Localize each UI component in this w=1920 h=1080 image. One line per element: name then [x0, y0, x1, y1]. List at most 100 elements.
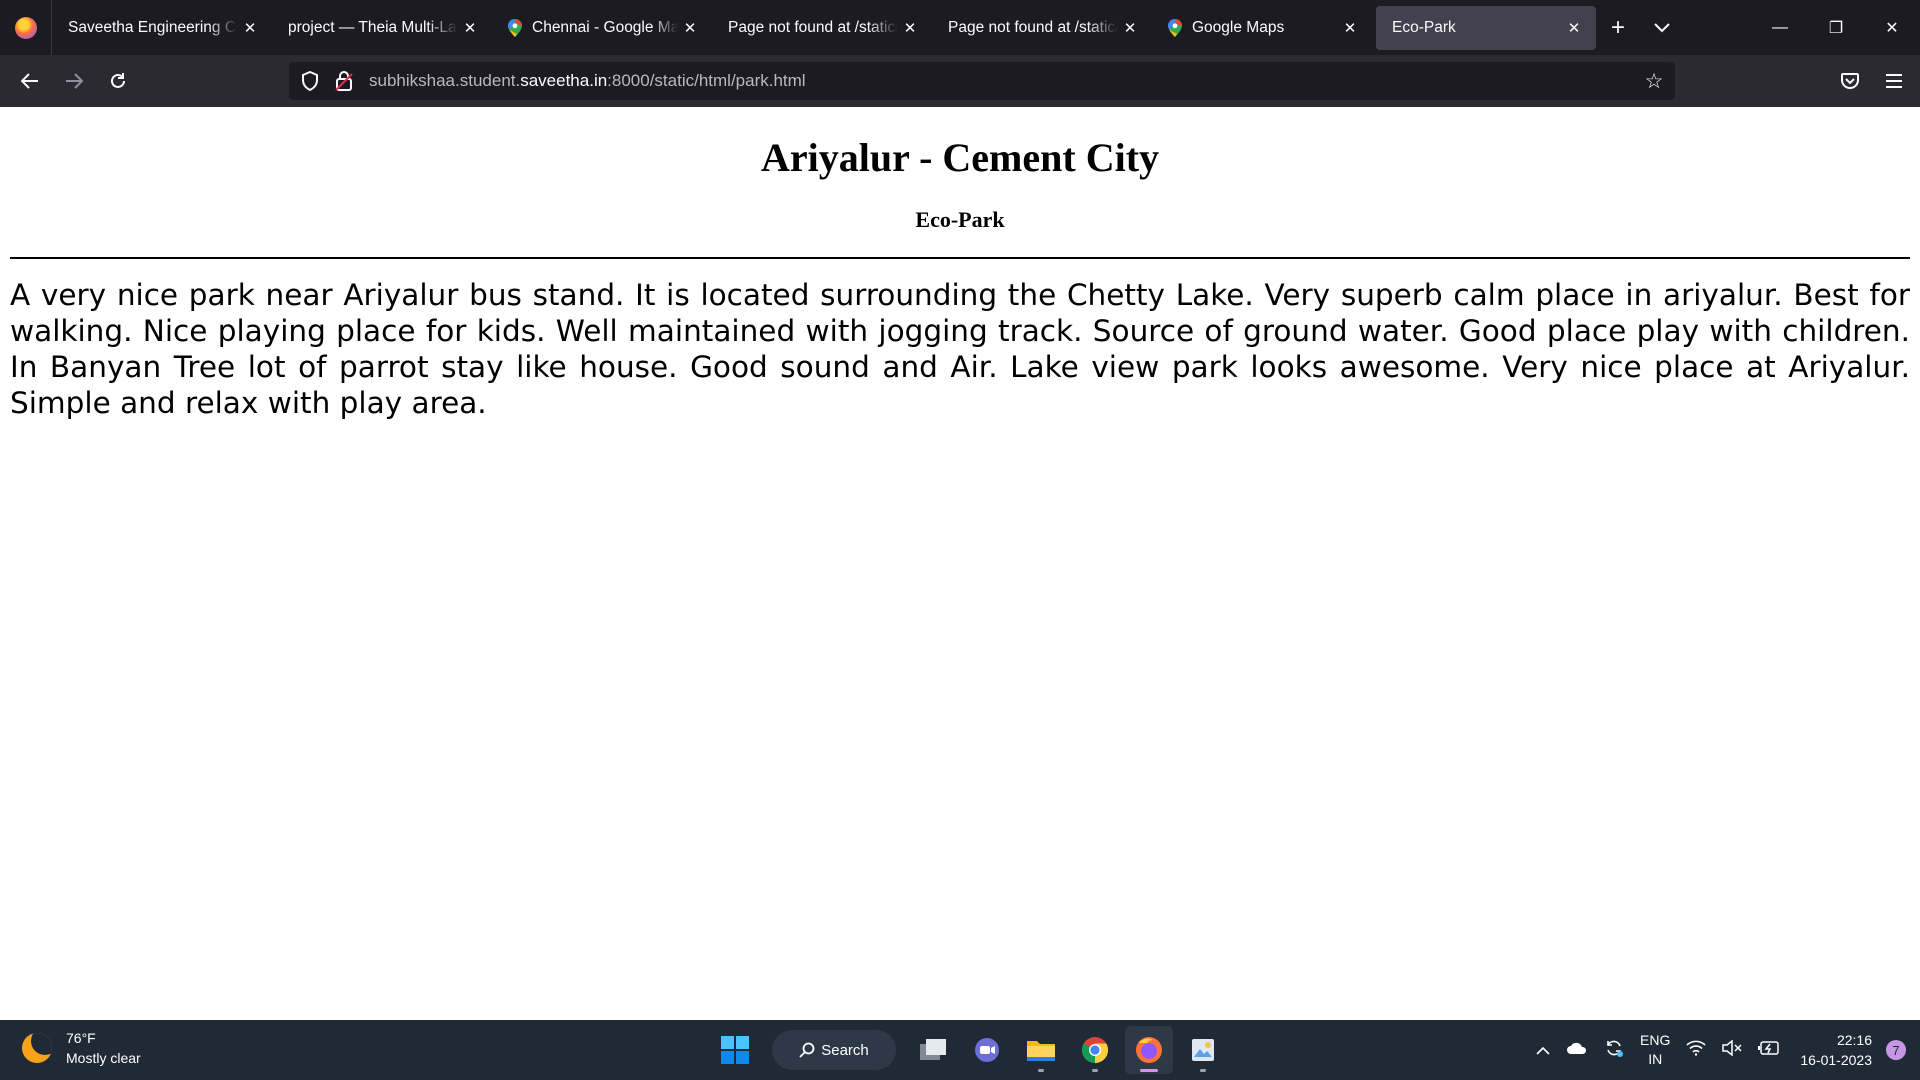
wifi-button[interactable] [1686, 1040, 1706, 1060]
tab-saveetha[interactable]: Saveetha Engineering Colle ✕ [52, 6, 272, 50]
minimize-button[interactable]: — [1752, 0, 1808, 55]
close-icon[interactable]: ✕ [240, 18, 260, 38]
onedrive-button[interactable] [1566, 1041, 1588, 1059]
arrow-right-icon [66, 73, 83, 89]
tracking-protection-shield-icon[interactable] [293, 71, 327, 91]
list-all-tabs-button[interactable] [1640, 6, 1684, 50]
app-menu-button[interactable] [1872, 59, 1916, 103]
file-explorer-button[interactable] [1017, 1026, 1065, 1074]
back-button[interactable] [8, 59, 52, 103]
clock[interactable]: 22:16 16-01-2023 [1800, 1030, 1872, 1070]
close-icon[interactable]: ✕ [1120, 18, 1140, 38]
clock-date: 16-01-2023 [1800, 1052, 1872, 1068]
system-tray: ENG IN 22:16 16-01-2023 7 [1528, 1020, 1920, 1080]
close-window-button[interactable]: ✕ [1864, 0, 1920, 55]
page-title: Ariyalur - Cement City [760, 135, 1160, 180]
search-label: Search [821, 1041, 869, 1059]
close-icon[interactable]: ✕ [900, 18, 920, 38]
taskbar-apps: Search [708, 1026, 1230, 1074]
maps-pin-icon [508, 18, 522, 37]
windows-taskbar: 76°F Mostly clear Search ENG IN 22:16 16… [0, 1020, 1920, 1080]
weather-temperature: 76°F [66, 1030, 96, 1046]
chevron-up-icon [1536, 1046, 1550, 1055]
battery-charging-icon [1758, 1041, 1780, 1055]
chevron-down-icon [1654, 22, 1670, 32]
paint-app-button[interactable] [1179, 1026, 1227, 1074]
search-icon [799, 1042, 815, 1058]
weather-widget[interactable]: 76°F Mostly clear [22, 1028, 141, 1068]
page-subtitle: Eco-Park [915, 207, 1005, 232]
wifi-icon [1686, 1040, 1706, 1056]
battery-button[interactable] [1758, 1041, 1780, 1059]
divider [10, 257, 1910, 259]
volume-muted-icon [1722, 1039, 1742, 1057]
firefox-logo-icon [14, 16, 37, 39]
windows-logo-icon [721, 1036, 749, 1064]
reload-icon [111, 73, 125, 88]
url-prefix: subhikshaa.student. [369, 71, 521, 90]
restore-button[interactable]: ❐ [1808, 0, 1864, 55]
notification-badge[interactable]: 7 [1886, 1040, 1906, 1060]
running-indicator [1038, 1069, 1044, 1072]
tab-bar: Saveetha Engineering Colle ✕ project — T… [0, 0, 1920, 55]
task-view-icon [920, 1039, 946, 1060]
paint-icon [1192, 1039, 1214, 1061]
weather-description: Mostly clear [66, 1050, 141, 1066]
hamburger-menu-icon [1886, 74, 1902, 88]
firefox-taskbar-button[interactable] [1125, 1026, 1173, 1074]
moon-weather-icon [22, 1033, 52, 1063]
sync-button[interactable] [1604, 1038, 1624, 1062]
tab-google-maps[interactable]: Google Maps ✕ [1152, 6, 1372, 50]
chrome-button[interactable] [1071, 1026, 1119, 1074]
tab-page-not-found-1[interactable]: Page not found at /static/ht ✕ [712, 6, 932, 50]
task-view-button[interactable] [909, 1026, 957, 1074]
url-text[interactable]: subhikshaa.student.saveetha.in:8000/stat… [369, 71, 806, 91]
tab-title: Chennai - Google Maps [532, 18, 678, 36]
reload-button[interactable] [96, 59, 140, 103]
running-indicator [1200, 1069, 1206, 1072]
teams-chat-button[interactable] [963, 1026, 1011, 1074]
tab-title: Google Maps [1192, 18, 1285, 36]
volume-button[interactable] [1722, 1039, 1742, 1060]
address-bar[interactable]: subhikshaa.student.saveetha.in:8000/stat… [289, 62, 1675, 100]
tab-title: Page not found at /static/ht [948, 18, 1118, 36]
new-tab-button[interactable]: + [1596, 6, 1640, 50]
firefox-icon [1136, 1037, 1162, 1063]
tab-theia-project[interactable]: project — Theia Multi-Lang ✕ [272, 6, 492, 50]
tab-chennai-maps[interactable]: Chennai - Google Maps ✕ [492, 6, 712, 50]
toolbar-right [1828, 59, 1920, 103]
window-controls: — ❐ ✕ [1752, 0, 1920, 55]
bookmark-star-icon[interactable]: ☆ [1641, 68, 1667, 94]
pocket-icon [1841, 73, 1859, 89]
language-code: ENG [1640, 1032, 1671, 1048]
clock-time: 22:16 [1836, 1032, 1872, 1048]
active-indicator [1140, 1069, 1158, 1072]
maps-pin-icon [1168, 18, 1182, 37]
tab-page-not-found-2[interactable]: Page not found at /static/ht ✕ [932, 6, 1152, 50]
tab-eco-park[interactable]: Eco-Park ✕ [1376, 5, 1596, 50]
close-icon[interactable]: ✕ [460, 18, 480, 38]
region-code: IN [1648, 1051, 1663, 1067]
tab-title: Eco-Park [1392, 18, 1456, 36]
close-icon[interactable]: ✕ [1340, 18, 1360, 38]
chrome-icon [1081, 1037, 1109, 1064]
teams-chat-icon [975, 1038, 999, 1062]
forward-button[interactable] [52, 59, 96, 103]
start-button[interactable] [711, 1026, 759, 1074]
tab-title: Page not found at /static/ht [728, 18, 898, 36]
sync-icon [1607, 1040, 1624, 1057]
taskbar-search[interactable]: Search [772, 1030, 896, 1070]
close-icon[interactable]: ✕ [1564, 18, 1584, 38]
running-indicator [1092, 1069, 1098, 1072]
close-icon[interactable]: ✕ [680, 18, 700, 38]
url-suffix: :8000/static/html/park.html [607, 71, 806, 90]
language-indicator[interactable]: ENG IN [1640, 1031, 1670, 1069]
park-description: A very nice park near Ariyalur bus stand… [10, 278, 1910, 420]
pocket-button[interactable] [1828, 59, 1872, 103]
tab-title: project — Theia Multi-Lang [288, 18, 458, 36]
insecure-lock-icon[interactable] [327, 71, 361, 91]
show-hidden-icons-button[interactable] [1536, 1042, 1550, 1059]
firefox-menu-button[interactable] [0, 0, 52, 55]
url-domain: saveetha.in [520, 71, 608, 90]
folder-icon [1027, 1041, 1055, 1061]
